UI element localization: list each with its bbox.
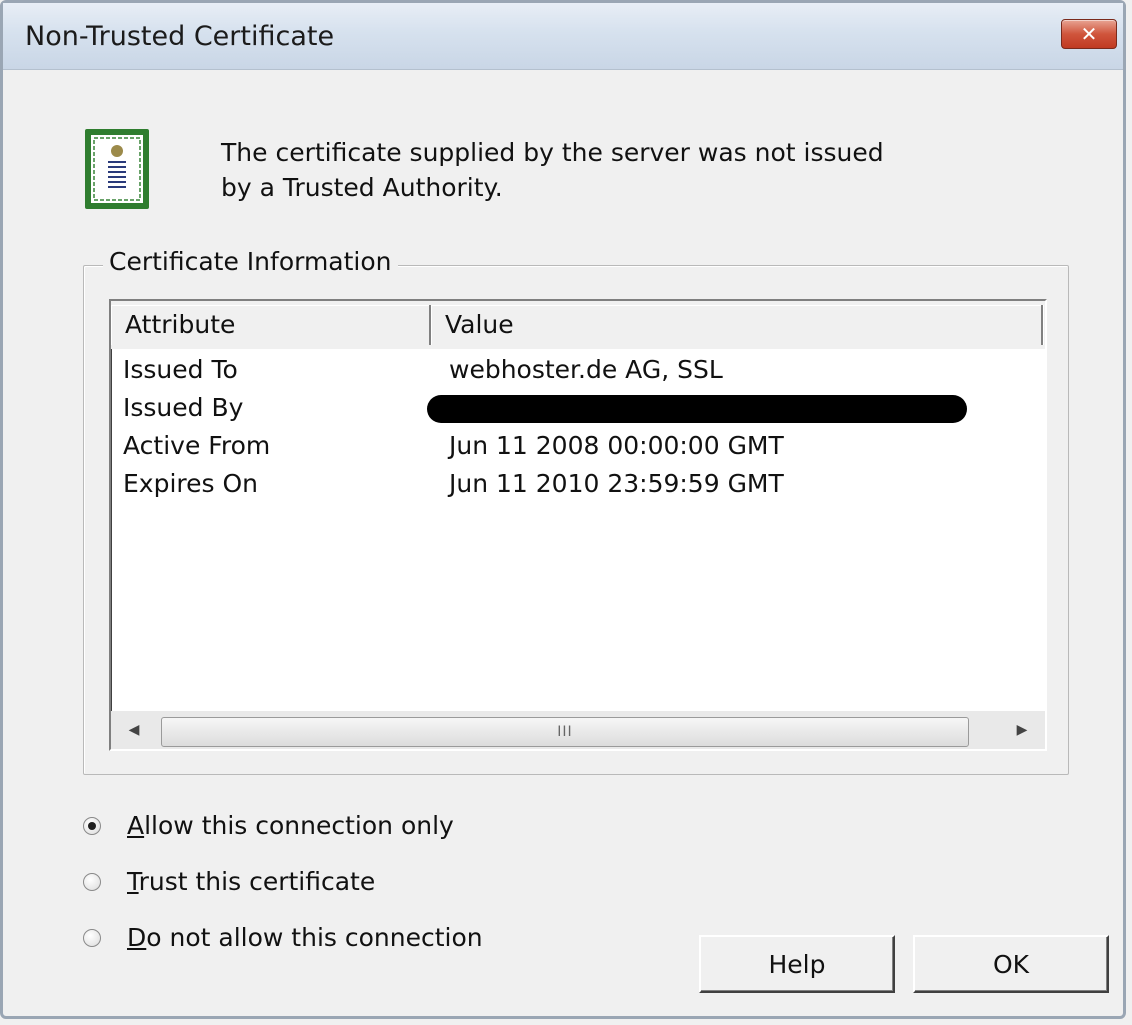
attribute-cell: Issued By [123, 393, 244, 422]
ok-button[interactable]: OK [913, 935, 1109, 993]
value-cell: webhoster.de AG, SSL [449, 355, 723, 384]
title-bar[interactable]: Non-Trusted Certificate ✕ [3, 3, 1123, 70]
value-cell: Jun 11 2010 23:59:59 GMT [449, 469, 784, 498]
close-button[interactable]: ✕ [1061, 19, 1117, 49]
scrollbar-grip-icon: III [557, 724, 573, 740]
attribute-cell: Expires On [123, 469, 259, 498]
dialog-title: Non-Trusted Certificate [25, 21, 335, 52]
horizontal-scrollbar[interactable]: ◀ III ▶ [111, 711, 1045, 749]
certificate-icon [85, 129, 149, 209]
close-icon: ✕ [1080, 22, 1098, 46]
option-allow-connection[interactable]: Allow this connection only [83, 811, 454, 840]
scroll-left-arrow-icon[interactable]: ◀ [121, 717, 147, 743]
warning-message-line1: The certificate supplied by the server w… [221, 138, 884, 167]
radio-deny-connection[interactable] [83, 928, 101, 947]
warning-message-line2: by a Trusted Authority. [221, 173, 503, 202]
option-deny-connection[interactable]: Do not allow this connection [83, 923, 483, 952]
list-row-issued-by[interactable]: Issued By [111, 389, 1045, 427]
radio-allow-connection[interactable] [83, 816, 101, 835]
list-row-expires-on[interactable]: Expires On Jun 11 2010 23:59:59 GMT [111, 465, 1045, 503]
dialog-window: Non-Trusted Certificate ✕ The certificat… [0, 0, 1126, 1019]
option-trust-label: Trust this certificate [127, 867, 376, 896]
list-rows: Issued To webhoster.de AG, SSL Issued By… [111, 351, 1045, 503]
list-row-active-from[interactable]: Active From Jun 11 2008 00:00:00 GMT [111, 427, 1045, 465]
list-row-issued-to[interactable]: Issued To webhoster.de AG, SSL [111, 351, 1045, 389]
warning-message: The certificate supplied by the server w… [221, 135, 921, 205]
column-header-value[interactable]: Value [431, 305, 1043, 345]
option-allow-label: Allow this connection only [127, 811, 454, 840]
scroll-right-arrow-icon[interactable]: ▶ [1009, 717, 1035, 743]
attribute-cell: Issued To [123, 355, 238, 384]
certificate-list[interactable]: Attribute Value Issued To webhoster.de A… [109, 299, 1047, 751]
list-header: Attribute Value [111, 301, 1045, 349]
radio-trust-certificate[interactable] [83, 872, 101, 891]
help-button[interactable]: Help [699, 935, 895, 993]
attribute-cell: Active From [123, 431, 271, 460]
option-trust-certificate[interactable]: Trust this certificate [83, 867, 375, 896]
column-header-attribute[interactable]: Attribute [111, 305, 431, 345]
redaction-mark [427, 395, 967, 423]
option-deny-label: Do not allow this connection [127, 923, 483, 952]
value-cell: Jun 11 2008 00:00:00 GMT [449, 431, 784, 460]
scrollbar-thumb[interactable]: III [161, 717, 969, 747]
certificate-info-label: Certificate Information [103, 247, 398, 276]
